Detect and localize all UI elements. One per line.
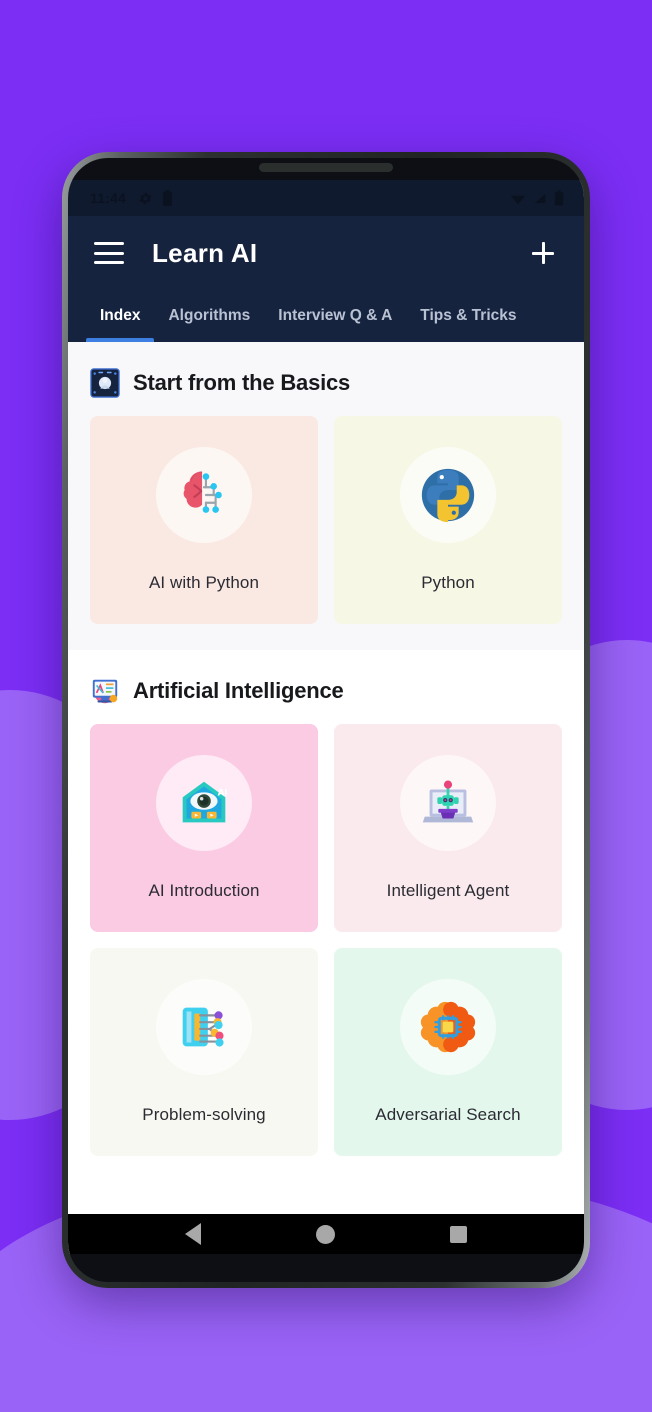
card-icon-background bbox=[156, 979, 252, 1075]
card-python[interactable]: Python bbox=[334, 416, 562, 624]
app-bar: Learn AI Index Algorithms Interview Q & … bbox=[68, 216, 584, 342]
tab-index[interactable]: Index bbox=[86, 290, 155, 342]
menu-line-1 bbox=[94, 242, 124, 245]
section-start-from-the-basics: Start from the Basics AI with Python Pyt… bbox=[68, 342, 584, 650]
section-title: Artificial Intelligence bbox=[133, 678, 344, 703]
menu-line-2 bbox=[94, 251, 124, 255]
status-bar: 11:44 bbox=[68, 180, 584, 216]
status-bar-left-icons bbox=[138, 190, 173, 206]
tab-algorithms[interactable]: Algorithms bbox=[154, 290, 264, 342]
ai-eye-vision-icon: AI bbox=[182, 781, 228, 823]
card-intelligent-agent[interactable]: Intelligent Agent bbox=[334, 724, 562, 932]
card-label: AI with Python bbox=[148, 573, 260, 592]
content-scroll-area[interactable]: Start from the Basics AI with Python Pyt… bbox=[68, 342, 584, 1254]
section-title: Start from the Basics bbox=[133, 370, 351, 395]
card-label: Intelligent Agent bbox=[386, 881, 510, 900]
status-bar-time: 11:44 bbox=[90, 190, 127, 206]
battery-saver-icon bbox=[163, 190, 172, 206]
home-icon[interactable] bbox=[315, 1224, 335, 1244]
battery-icon bbox=[554, 190, 564, 206]
tab-tips-tricks[interactable]: Tips & Tricks bbox=[406, 290, 530, 342]
app-bar-top-row: Learn AI bbox=[68, 216, 584, 290]
wifi-icon bbox=[510, 195, 526, 204]
android-navigation-bar bbox=[68, 1214, 584, 1254]
node-tree-icon bbox=[182, 1007, 224, 1047]
signal-icon bbox=[534, 193, 546, 203]
robot-laptop-icon bbox=[422, 780, 474, 823]
svg-text:AI: AI bbox=[218, 788, 228, 798]
card-icon-background bbox=[400, 979, 496, 1075]
card-grid: AI AI Introduction Intelligent Agent Pro… bbox=[68, 724, 584, 1182]
hamburger-menu-icon[interactable] bbox=[94, 242, 124, 264]
tab-interview-qa[interactable]: Interview Q & A bbox=[264, 290, 406, 342]
card-problem-solving[interactable]: Problem-solving bbox=[90, 948, 318, 1156]
section-header: Artificial Intelligence bbox=[68, 650, 584, 724]
card-label: Adversarial Search bbox=[375, 1105, 521, 1124]
card-label: AI Introduction bbox=[148, 881, 260, 900]
card-ai-with-python[interactable]: AI with Python bbox=[90, 416, 318, 624]
python-logo-icon bbox=[421, 468, 475, 523]
page-title: Learn AI bbox=[152, 237, 258, 268]
card-ai-introduction[interactable]: AI AI Introduction bbox=[90, 724, 318, 932]
ai-face-square-icon bbox=[90, 368, 120, 398]
card-label: Problem-solving bbox=[142, 1105, 266, 1124]
monitor-chart-icon bbox=[92, 679, 118, 704]
earpiece-speaker bbox=[259, 163, 393, 172]
card-label: Python bbox=[421, 573, 475, 592]
recents-icon[interactable] bbox=[449, 1225, 467, 1243]
purple-backdrop: 11:44 Learn AI Index Algorithms Intervie… bbox=[0, 0, 652, 1412]
section-header: Start from the Basics bbox=[68, 342, 584, 416]
menu-line-3 bbox=[94, 261, 124, 264]
brain-chip-icon bbox=[420, 1001, 476, 1053]
card-icon-background bbox=[156, 447, 252, 543]
phone-frame: 11:44 Learn AI Index Algorithms Intervie… bbox=[62, 152, 590, 1288]
card-grid: AI with Python Python bbox=[68, 416, 584, 650]
card-icon-background bbox=[400, 447, 496, 543]
gear-icon bbox=[139, 192, 152, 204]
status-bar-right-icons bbox=[510, 190, 564, 206]
card-adversarial-search[interactable]: Adversarial Search bbox=[334, 948, 562, 1156]
section-artificial-intelligence: Artificial Intelligence AI AI Introducti… bbox=[68, 650, 584, 1182]
back-icon[interactable] bbox=[185, 1223, 202, 1245]
plus-icon[interactable] bbox=[526, 236, 560, 270]
card-icon-background: AI bbox=[156, 755, 252, 851]
app-screen: 11:44 Learn AI Index Algorithms Intervie… bbox=[68, 180, 584, 1254]
brain-circuit-icon bbox=[183, 471, 222, 513]
phone-screen-bezel: 11:44 Learn AI Index Algorithms Intervie… bbox=[68, 158, 584, 1282]
card-icon-background bbox=[400, 755, 496, 851]
tab-bar: Index Algorithms Interview Q & A Tips & … bbox=[68, 290, 584, 342]
